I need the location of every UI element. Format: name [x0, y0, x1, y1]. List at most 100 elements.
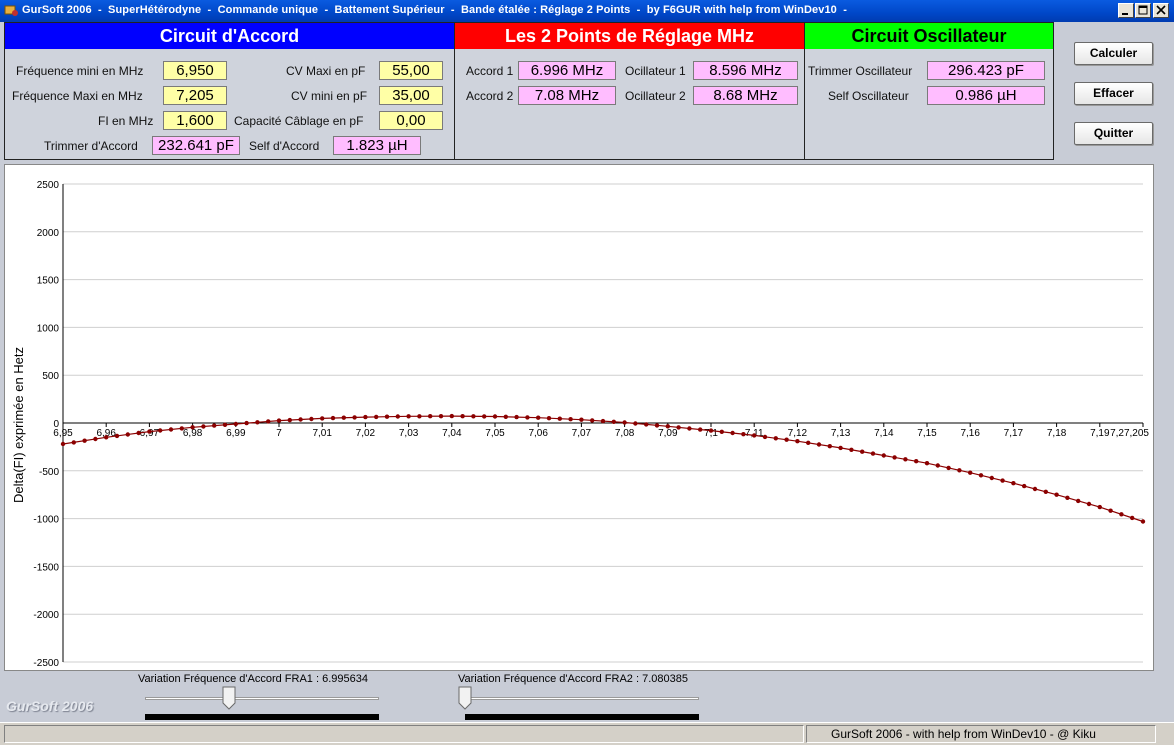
delta-fi-curve	[62, 415, 1144, 523]
window-title: GurSoft 2006 - SuperHétérodyne - Command…	[22, 4, 847, 16]
curve-point	[579, 417, 584, 422]
x-tick-label: 7,17	[1004, 428, 1024, 439]
y-tick-label: 1500	[37, 276, 60, 287]
curve-point	[946, 465, 951, 471]
curve-point	[1140, 519, 1146, 524]
curve-point	[287, 417, 292, 423]
curve-point	[471, 414, 476, 419]
curve-point	[633, 421, 638, 426]
curve-point	[914, 459, 919, 464]
close-button[interactable]	[1153, 3, 1169, 18]
curve-point	[1119, 512, 1124, 517]
curve-point	[492, 414, 498, 419]
freq-max-label: Fréquence Maxi en MHz	[12, 89, 143, 103]
x-tick-label: 7,06	[528, 428, 548, 439]
curve-point	[158, 428, 163, 433]
curve-point	[546, 416, 552, 421]
curve-point	[482, 414, 487, 419]
curve-point	[374, 414, 379, 420]
curve-point	[795, 439, 800, 444]
curve-point	[438, 414, 444, 419]
curve-point	[590, 418, 595, 423]
curve-point	[114, 433, 120, 439]
curve-point	[665, 424, 670, 429]
curve-point	[881, 453, 886, 458]
curve-point	[1032, 486, 1038, 492]
maximize-button[interactable]	[1135, 3, 1151, 18]
curve-point	[978, 473, 984, 478]
curve-point	[1011, 481, 1016, 486]
cablage-field[interactable]: 0,00	[379, 111, 443, 130]
x-tick-label: 6,95	[53, 428, 73, 439]
curve-point	[654, 423, 660, 428]
maximize-icon	[1138, 5, 1148, 15]
self-accord-value: 1.823 µH	[333, 136, 421, 155]
curve-point	[557, 416, 562, 421]
curve-point	[449, 413, 454, 419]
curve-point	[600, 418, 606, 424]
trimmer-osc-label: Trimmer Oscillateur	[808, 64, 913, 78]
curve-point	[82, 438, 87, 443]
curve-point	[298, 417, 303, 422]
slider2-thumb[interactable]	[458, 686, 472, 710]
self-osc-value: 0.986 µH	[927, 86, 1045, 105]
curve-point	[752, 433, 757, 438]
y-tick-label: 2000	[37, 228, 60, 239]
curve-point	[622, 420, 627, 425]
curve-point	[417, 414, 422, 419]
curve-point	[773, 436, 778, 441]
x-tick-label: 7,01	[312, 428, 332, 439]
curve-point	[147, 429, 152, 434]
curve-point	[71, 440, 77, 445]
accord1-value: 6.996 MHz	[518, 61, 616, 80]
curve-point	[104, 435, 109, 440]
slider1-bar	[145, 714, 379, 720]
panel-points-reglage: Les 2 Points de Réglage MHz Accord 1 6.9…	[454, 22, 805, 160]
curve-point	[352, 415, 357, 420]
curve-point	[536, 415, 541, 420]
panel-header-oscillateur: Circuit Oscillateur	[805, 23, 1053, 49]
curve-point	[1108, 508, 1113, 513]
curve-point	[1086, 501, 1092, 507]
slider2-bar	[465, 714, 699, 720]
curve-point	[341, 415, 346, 420]
cv-min-field[interactable]: 35,00	[379, 86, 443, 105]
x-tick-label: 6,99	[226, 428, 246, 439]
freq-min-field[interactable]: 6,950	[163, 61, 227, 80]
curve-point	[406, 414, 411, 419]
curve-point	[827, 444, 832, 449]
chart-area: 2500 2000 1500 1000 500 0 -500 -1000 -1500 -2000-…	[4, 164, 1154, 671]
curve-point	[1000, 478, 1005, 483]
calculer-button[interactable]: Calculer	[1074, 42, 1153, 65]
curve-point	[838, 445, 843, 451]
effacer-button[interactable]: Effacer	[1074, 82, 1153, 105]
x-tick-label: 7,09	[658, 428, 678, 439]
x-tick-label: 7	[276, 428, 282, 439]
y-tick-label: 500	[42, 371, 59, 382]
x-tick-label: 7,04	[442, 428, 462, 439]
curve-point	[698, 427, 703, 432]
slider1-track[interactable]	[145, 697, 379, 700]
freq-min-label: Fréquence mini en MHz	[16, 64, 144, 78]
curve-point	[255, 420, 260, 425]
slider2-track[interactable]	[465, 697, 699, 700]
slider2-label: Variation Fréquence d'Accord FRA2 : 7.08…	[458, 673, 688, 685]
y-tick-label: -2500	[33, 658, 59, 669]
minimize-icon	[1122, 13, 1128, 15]
curve-point	[525, 415, 530, 420]
panel-circuit-accord: Circuit d'Accord Fréquence mini en MHz 6…	[4, 22, 455, 160]
minimize-button[interactable]	[1118, 3, 1134, 18]
cv-max-field[interactable]: 55,00	[379, 61, 443, 80]
curve-point	[1097, 504, 1103, 510]
curve-point	[719, 429, 724, 434]
curve-point	[266, 419, 271, 424]
fi-field[interactable]: 1,600	[163, 111, 227, 130]
curve-point	[1043, 489, 1049, 494]
x-tick-label: 7,12	[788, 428, 808, 439]
freq-max-field[interactable]: 7,205	[163, 86, 227, 105]
x-tick-label: 7,03	[399, 428, 419, 439]
curve-point	[136, 430, 141, 436]
slider1-thumb[interactable]	[222, 686, 236, 710]
quitter-button[interactable]: Quitter	[1074, 122, 1153, 145]
curve-point	[233, 421, 238, 427]
